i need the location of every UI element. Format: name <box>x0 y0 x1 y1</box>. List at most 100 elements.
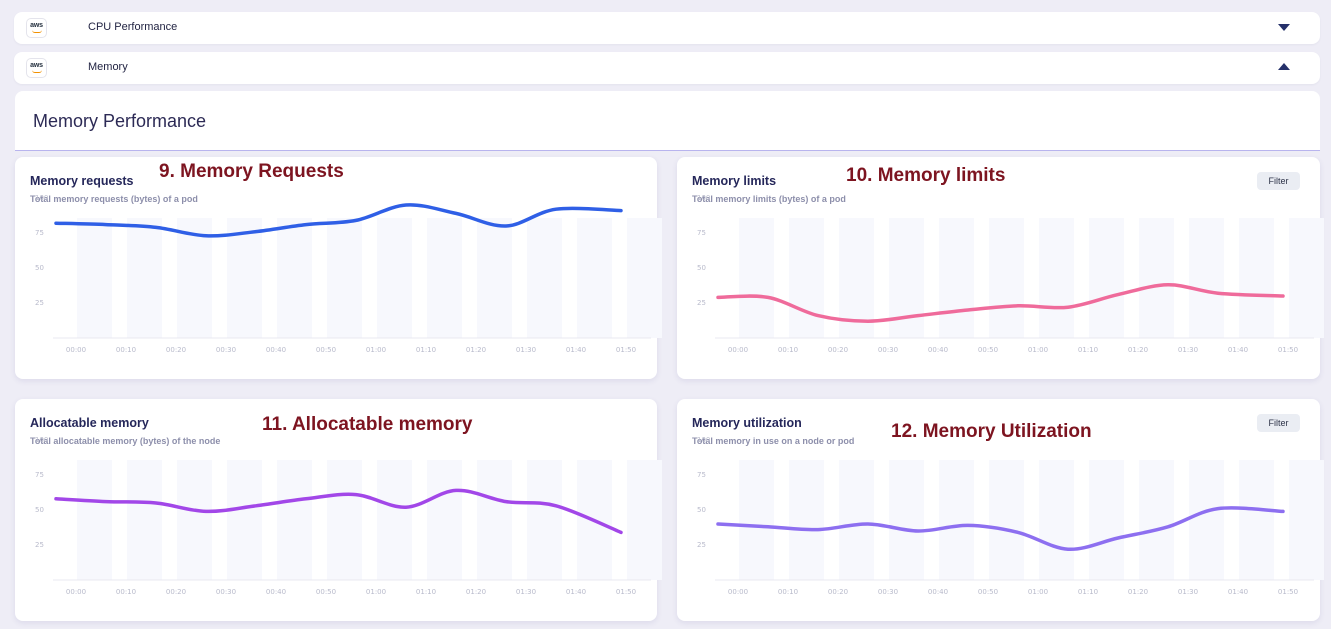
x-tick-label: 01:30 <box>516 588 536 596</box>
grid-band <box>989 460 1024 580</box>
x-tick-label: 01:20 <box>1128 346 1148 354</box>
grid-band <box>939 218 974 338</box>
aws-logo-icon: aws <box>26 18 47 38</box>
x-tick-label: 01:40 <box>566 588 586 596</box>
chevron-up-icon[interactable] <box>1278 63 1290 70</box>
y-tick-label: 75 <box>35 471 44 479</box>
chart-card-memory-limits: Memory limits Total memory limits (bytes… <box>677 157 1324 379</box>
grid-band <box>839 460 874 580</box>
y-tick-label: 100 <box>35 194 48 202</box>
grid-band <box>527 460 562 580</box>
x-tick-label: 01:40 <box>566 346 586 354</box>
x-tick-label: 01:30 <box>1178 346 1198 354</box>
y-tick-label: 25 <box>697 299 706 307</box>
grid-band <box>1289 460 1324 580</box>
grid-band <box>377 460 412 580</box>
x-tick-label: 00:10 <box>778 588 798 596</box>
grid-band <box>789 218 824 338</box>
line-chart: 100 75 50 25 00:00 00:10 00:20 00:30 00:40 00:50 0… <box>697 436 1324 596</box>
x-tick-label: 01:50 <box>616 588 636 596</box>
x-tick-label: 01:00 <box>366 588 386 596</box>
x-tick-label: 00:50 <box>978 346 998 354</box>
x-tick-label: 01:30 <box>1178 588 1198 596</box>
section-header: Memory Performance <box>15 91 1320 151</box>
grid-band <box>627 218 662 338</box>
accordion-title: Memory <box>88 61 128 73</box>
x-tick-label: 00:00 <box>728 346 748 354</box>
grid-band <box>1289 218 1324 338</box>
x-tick-label: 00:40 <box>266 588 286 596</box>
x-tick-label: 00:50 <box>316 346 336 354</box>
grid-band <box>1189 460 1224 580</box>
grid-band <box>327 218 362 338</box>
x-tick-label: 01:00 <box>1028 588 1048 596</box>
y-tick-label: 50 <box>697 506 706 514</box>
x-tick-label: 00:40 <box>266 346 286 354</box>
grid-band <box>1189 218 1224 338</box>
x-tick-label: 01:10 <box>416 346 436 354</box>
x-tick-label: 00:10 <box>778 346 798 354</box>
x-tick-label: 01:50 <box>1278 588 1298 596</box>
accordion-memory[interactable]: aws Memory <box>14 52 1320 84</box>
grid-band <box>327 460 362 580</box>
y-tick-label: 100 <box>697 436 710 444</box>
grid-band <box>989 218 1024 338</box>
y-tick-label: 50 <box>697 264 706 272</box>
x-tick-label: 01:50 <box>1278 346 1298 354</box>
grid-band <box>177 460 212 580</box>
grid-band <box>1039 218 1074 338</box>
x-tick-label: 01:50 <box>616 346 636 354</box>
grid-band <box>789 460 824 580</box>
x-tick-label: 00:00 <box>728 588 748 596</box>
x-tick-label: 01:20 <box>466 346 486 354</box>
grid-band <box>377 218 412 338</box>
chevron-down-icon[interactable] <box>1278 24 1290 31</box>
x-tick-label: 01:00 <box>1028 346 1048 354</box>
y-tick-label: 100 <box>697 194 710 202</box>
grid-band <box>427 218 462 338</box>
y-tick-label: 50 <box>35 506 44 514</box>
x-tick-label: 00:20 <box>166 588 186 596</box>
grid-band <box>277 218 312 338</box>
grid-band <box>577 218 612 338</box>
x-tick-label: 01:10 <box>1078 588 1098 596</box>
x-tick-label: 00:10 <box>116 346 136 354</box>
line-chart: 100 75 50 25 00:00 00:10 00:20 00:30 00:40 00:50 0… <box>697 194 1324 354</box>
y-tick-label: 75 <box>697 471 706 479</box>
x-tick-label: 01:40 <box>1228 346 1248 354</box>
x-tick-label: 00:30 <box>878 346 898 354</box>
section-title: Memory Performance <box>33 111 207 131</box>
grid-band <box>739 460 774 580</box>
chart-card-memory-requests: Memory requests Total memory requests (b… <box>15 157 662 379</box>
x-tick-label: 00:10 <box>116 588 136 596</box>
grid-band <box>939 460 974 580</box>
x-tick-label: 00:50 <box>316 588 336 596</box>
grid-band <box>1239 460 1274 580</box>
x-tick-label: 01:40 <box>1228 588 1248 596</box>
x-tick-label: 01:00 <box>366 346 386 354</box>
y-tick-label: 50 <box>35 264 44 272</box>
grid-band <box>427 460 462 580</box>
x-tick-label: 00:40 <box>928 346 948 354</box>
x-tick-label: 01:30 <box>516 346 536 354</box>
chart-card-allocatable-memory: Allocatable memory Total allocatable mem… <box>15 399 662 621</box>
y-tick-label: 25 <box>697 541 706 549</box>
grid-band <box>1139 460 1174 580</box>
x-tick-label: 00:00 <box>66 588 86 596</box>
x-tick-label: 01:20 <box>1128 588 1148 596</box>
x-tick-label: 00:50 <box>978 588 998 596</box>
x-tick-label: 00:20 <box>166 346 186 354</box>
y-tick-label: 25 <box>35 541 44 549</box>
x-tick-label: 00:20 <box>828 346 848 354</box>
x-tick-label: 00:40 <box>928 588 948 596</box>
accordion-cpu-performance[interactable]: aws CPU Performance <box>14 12 1320 44</box>
grid-band <box>1039 460 1074 580</box>
grid-band <box>77 460 112 580</box>
y-tick-label: 100 <box>35 436 48 444</box>
grid-band <box>527 218 562 338</box>
grid-band <box>277 460 312 580</box>
x-tick-label: 00:30 <box>216 346 236 354</box>
grid-band <box>1139 218 1174 338</box>
grid-band <box>227 460 262 580</box>
x-tick-label: 01:20 <box>466 588 486 596</box>
